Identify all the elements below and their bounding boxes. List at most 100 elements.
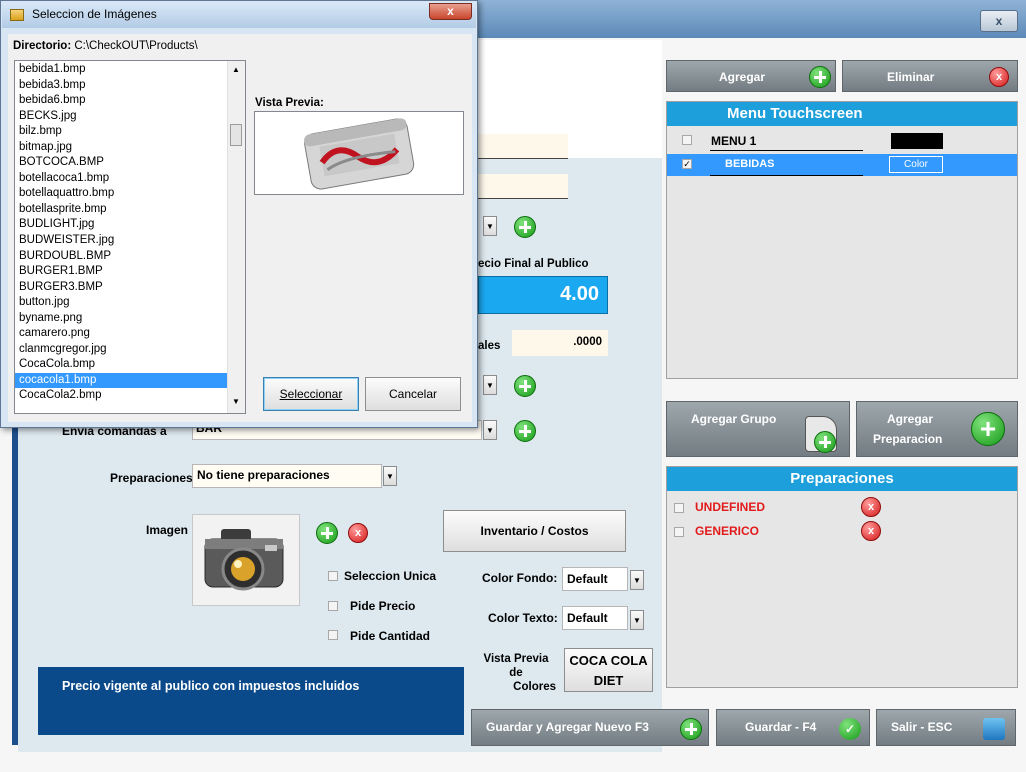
file-list-item[interactable]: bebida6.bmp bbox=[15, 93, 230, 109]
tax-dropdown-button[interactable]: ▼ bbox=[483, 375, 497, 395]
cancelar-button[interactable]: Cancelar bbox=[365, 377, 461, 411]
ales-field[interactable]: .0000 bbox=[512, 330, 608, 356]
color-preview-line1: COCA COLA bbox=[569, 653, 648, 668]
dialog-close-button[interactable]: x bbox=[429, 3, 472, 20]
plus-icon bbox=[814, 431, 836, 453]
menu-2-label: BEBIDAS bbox=[725, 158, 775, 170]
file-list-item[interactable]: BUDWEISTER.jpg bbox=[15, 233, 230, 249]
add-tax-icon[interactable] bbox=[514, 375, 536, 397]
salir-label: Salir - ESC bbox=[891, 720, 953, 734]
agregar-menu-button[interactable]: Agregar bbox=[666, 60, 836, 92]
product-image-box[interactable] bbox=[192, 514, 300, 606]
guardar-agregar-nuevo-label: Guardar y Agregar Nuevo F3 bbox=[486, 720, 649, 734]
file-list-item[interactable]: byname.png bbox=[15, 311, 230, 327]
eliminar-menu-button[interactable]: Eliminar x bbox=[842, 60, 1018, 92]
menu-1-checkbox[interactable] bbox=[682, 135, 692, 145]
guardar-agregar-nuevo-button[interactable]: Guardar y Agregar Nuevo F3 bbox=[471, 709, 709, 746]
file-list-scrollbar[interactable]: ▲ ▼ bbox=[227, 61, 245, 413]
color-preview-button[interactable]: COCA COLA DIET bbox=[564, 648, 653, 692]
file-list-item[interactable]: cocacola1.bmp bbox=[15, 372, 230, 389]
color-texto-dropdown-button[interactable]: ▼ bbox=[630, 610, 644, 630]
file-list-item[interactable]: bitmap.jpg bbox=[15, 140, 230, 156]
soda-can-image bbox=[304, 118, 415, 190]
prep-generico-checkbox[interactable] bbox=[674, 527, 684, 537]
scroll-thumb[interactable] bbox=[230, 124, 242, 146]
field-description-tail[interactable] bbox=[478, 134, 568, 159]
menu-1-color-swatch[interactable] bbox=[891, 133, 943, 149]
preparaciones-select[interactable]: No tiene preparaciones bbox=[192, 464, 382, 488]
file-list-item[interactable]: button.jpg bbox=[15, 295, 230, 311]
file-list-item[interactable]: BUDLIGHT.jpg bbox=[15, 217, 230, 233]
file-list-item[interactable]: bilz.bmp bbox=[15, 124, 230, 140]
main-close-button[interactable]: x bbox=[980, 10, 1018, 32]
pide-precio-checkbox[interactable] bbox=[328, 601, 338, 611]
menu-2-color-button[interactable]: Color bbox=[889, 156, 943, 173]
file-list-item[interactable]: BOTCOCA.BMP bbox=[15, 155, 230, 171]
menu-2-checkbox[interactable]: ✓ bbox=[682, 159, 692, 169]
file-list-item[interactable]: camarero.png bbox=[15, 326, 230, 342]
add-image-icon[interactable] bbox=[316, 522, 338, 544]
file-list-item[interactable]: BURGER3.BMP bbox=[15, 280, 230, 296]
file-list-item[interactable]: CocaCola2.bmp bbox=[15, 388, 230, 404]
agregar-menu-label: Agregar bbox=[719, 70, 766, 84]
file-list[interactable]: bebida1.bmp bebida3.bmp bebida6.bmp BECKS.j… bbox=[14, 60, 246, 414]
color-fondo-label: Color Fondo: bbox=[482, 571, 558, 585]
file-list-item[interactable]: CocaCola.bmp bbox=[15, 357, 230, 373]
hand-plus-icon bbox=[805, 416, 837, 453]
delete-prep-icon[interactable]: x bbox=[861, 521, 881, 541]
file-list-item[interactable]: BURGER1.BMP bbox=[15, 264, 230, 280]
vista-previa-colores-label-line2: Colores bbox=[513, 681, 556, 693]
pide-cantidad-checkbox[interactable] bbox=[328, 630, 338, 640]
color-texto-label: Color Texto: bbox=[488, 611, 558, 625]
agregar-preparacion-label-1: Agregar bbox=[887, 412, 934, 426]
dialog-titlebar[interactable]: Seleccion de Imágenes bbox=[2, 2, 476, 28]
plus-icon bbox=[680, 718, 702, 740]
scroll-up-icon[interactable]: ▲ bbox=[232, 65, 240, 74]
file-list-item[interactable]: bebida1.bmp bbox=[15, 62, 230, 78]
menu-1-underline bbox=[710, 150, 863, 151]
menu-row-2[interactable]: ✓ BEBIDAS Color bbox=[667, 154, 1017, 176]
file-list-item[interactable]: botellacoca1.bmp bbox=[15, 171, 230, 187]
file-list-item[interactable]: clanmcgregor.jpg bbox=[15, 342, 230, 358]
directory-row: Directorio: C:\CheckOUT\Products\ bbox=[13, 40, 198, 52]
category-dropdown-button[interactable]: ▼ bbox=[483, 216, 497, 236]
ales-value: .0000 bbox=[573, 336, 602, 348]
file-list-item[interactable]: BECKS.jpg bbox=[15, 109, 230, 125]
preview-box bbox=[254, 111, 464, 195]
price-final-value: 4.00 bbox=[560, 283, 599, 305]
ales-label: ales bbox=[478, 340, 501, 352]
inventario-costos-button[interactable]: Inventario / Costos bbox=[443, 510, 626, 552]
color-texto-value: Default bbox=[567, 611, 608, 625]
file-list-item[interactable]: BURDOUBL.BMP bbox=[15, 249, 230, 265]
seleccion-unica-checkbox[interactable] bbox=[328, 571, 338, 581]
field-short-name-tail[interactable] bbox=[478, 174, 568, 199]
directory-value: C:\CheckOUT\Products\ bbox=[74, 40, 198, 52]
add-printer-icon[interactable] bbox=[514, 420, 536, 442]
color-fondo-select[interactable]: Default bbox=[562, 567, 628, 591]
agregar-grupo-label: Agregar Grupo bbox=[691, 412, 777, 426]
add-category-icon[interactable] bbox=[514, 216, 536, 238]
app-icon bbox=[10, 9, 24, 21]
seleccionar-button[interactable]: Seleccionar bbox=[263, 377, 359, 411]
prep-row-undefined[interactable]: UNDEFINED x bbox=[667, 497, 1017, 517]
guardar-label: Guardar - F4 bbox=[745, 720, 817, 734]
preparaciones-dropdown-button[interactable]: ▼ bbox=[383, 466, 397, 486]
prep-row-generico[interactable]: GENERICO x bbox=[667, 521, 1017, 541]
envia-comandas-dropdown-button[interactable]: ▼ bbox=[483, 420, 497, 440]
file-list-item[interactable]: botellasprite.bmp bbox=[15, 202, 230, 218]
salir-button[interactable]: Salir - ESC bbox=[876, 709, 1016, 746]
agregar-grupo-button[interactable]: Agregar Grupo bbox=[666, 401, 850, 457]
menu-row-1[interactable]: MENU 1 bbox=[667, 131, 1017, 151]
dialog-title: Seleccion de Imágenes bbox=[32, 7, 157, 21]
remove-image-icon[interactable]: x bbox=[348, 523, 368, 543]
delete-prep-icon[interactable]: x bbox=[861, 497, 881, 517]
agregar-preparacion-button[interactable]: Agregar Preparacion + bbox=[856, 401, 1018, 457]
scroll-down-icon[interactable]: ▼ bbox=[232, 397, 240, 406]
guardar-button[interactable]: Guardar - F4 ✓ bbox=[716, 709, 870, 746]
file-list-item[interactable]: bebida3.bmp bbox=[15, 78, 230, 94]
file-list-item[interactable]: botellaquattro.bmp bbox=[15, 186, 230, 202]
prep-undefined-checkbox[interactable] bbox=[674, 503, 684, 513]
plus-icon: + bbox=[971, 412, 1005, 446]
color-fondo-dropdown-button[interactable]: ▼ bbox=[630, 570, 644, 590]
color-texto-select[interactable]: Default bbox=[562, 606, 628, 630]
